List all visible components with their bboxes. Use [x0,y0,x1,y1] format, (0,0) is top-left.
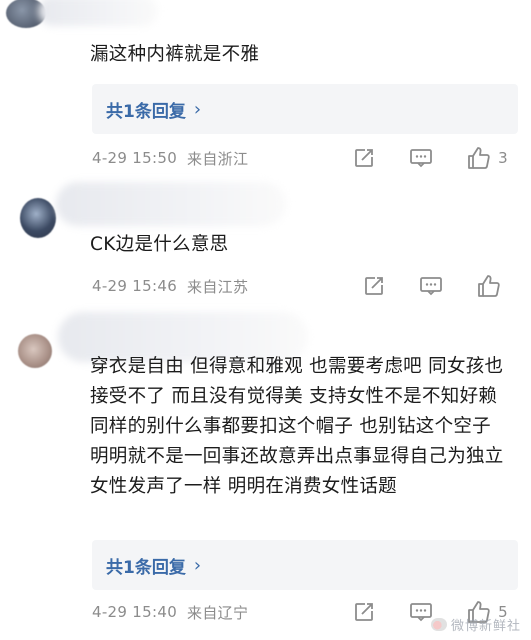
share-icon [365,277,383,295]
chevron-right-icon: › [193,98,202,120]
reply-box: 共1条回复 › [92,84,518,134]
share-button[interactable] [362,274,386,298]
thumbs-up-icon [478,275,500,297]
share-button[interactable] [352,600,376,624]
comment-meta: 4-29 15:50 来自浙江 3 [92,143,522,173]
comment-icon [410,603,433,622]
reply-count-label: 共1条回复 [106,557,186,578]
weibo-logo-icon [430,618,447,631]
share-icon [355,149,374,167]
share-button[interactable] [352,146,376,170]
timestamp: 4-29 15:40 [92,603,178,621]
chevron-right-icon: › [193,554,202,576]
thumbs-up-icon [468,147,490,169]
like-button[interactable] [476,274,508,298]
comment-actions: 3 [319,143,508,173]
comment-button[interactable] [409,600,433,624]
comment-text: 穿衣是自由 但得意和雅观 也需要考虑吧 同女孩也接受不了 而且没有觉得美 支持女… [90,356,504,497]
avatar[interactable] [18,334,52,368]
username-blurred[interactable] [38,0,158,26]
reply-box: 共1条回复 › [92,540,518,590]
location: 来自江苏 [187,277,249,296]
share-icon [355,603,374,621]
timestamp: 4-29 15:46 [92,277,178,295]
comment-icon [410,149,433,168]
watermark-text: 微博新鲜社 [450,619,521,634]
location: 来自辽宁 [187,603,249,622]
like-count: 3 [498,149,508,167]
username-blurred[interactable] [56,182,286,226]
comment-text: 漏这种内裤就是不雅 [90,44,260,65]
view-replies-link[interactable]: 共1条回复 › [106,553,201,578]
comment-meta: 4-29 15:46 来自江苏 [92,271,522,301]
view-replies-link[interactable]: 共1条回复 › [106,97,201,122]
timestamp: 4-29 15:50 [92,149,178,167]
comment-icon [420,277,442,296]
avatar[interactable] [20,198,56,238]
watermark: 微博新鲜社 [430,615,521,634]
comment-text: CK边是什么意思 [90,234,229,255]
like-button[interactable]: 3 [466,146,508,170]
comment-button[interactable] [419,274,443,298]
reply-count-label: 共1条回复 [106,101,186,122]
location: 来自浙江 [187,149,249,168]
comment-actions [329,271,508,301]
comment-button[interactable] [409,146,433,170]
